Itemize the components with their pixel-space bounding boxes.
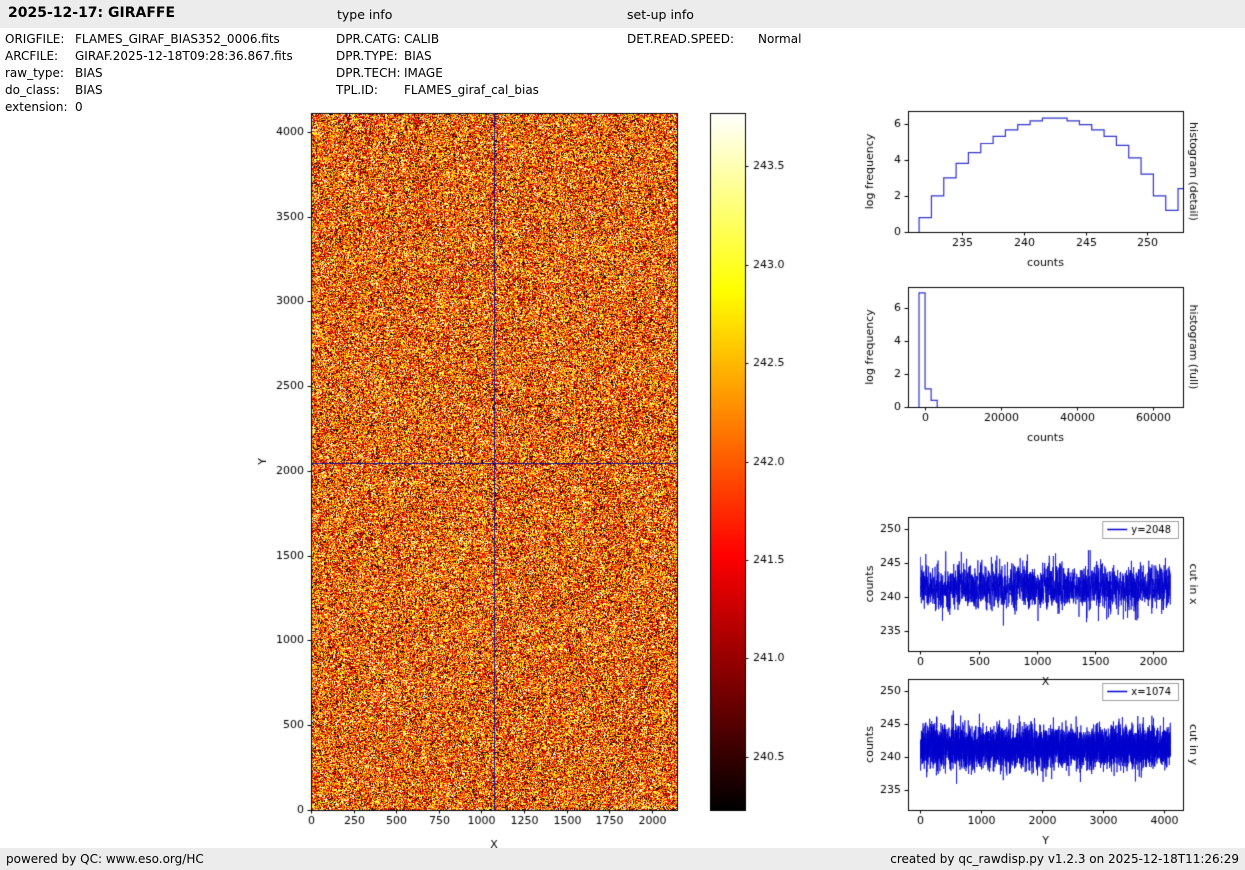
- cut-in-x-plot: [850, 505, 1245, 690]
- meta-dpr-tech: DPR.TECH:IMAGE: [336, 66, 443, 80]
- meta-extension: extension:0: [5, 100, 83, 114]
- footer-bar: powered by QC: www.eso.org/HC created by…: [0, 848, 1245, 870]
- meta-value: BIAS: [404, 49, 432, 63]
- meta-label: ARCFILE:: [5, 49, 75, 63]
- meta-dpr-catg: DPR.CATG:CALIB: [336, 32, 439, 46]
- meta-do-class: do_class:BIAS: [5, 83, 103, 97]
- page-title: 2025-12-17: GIRAFFE: [8, 5, 175, 21]
- footer-created-by: created by qc_rawdisp.py v1.2.3 on 2025-…: [890, 852, 1239, 866]
- meta-tpl-id: TPL.ID:FLAMES_giraf_cal_bias: [336, 83, 539, 97]
- cut-in-y-plot: [850, 664, 1245, 850]
- meta-value: GIRAF.2025-12-18T09:28:36.867.fits: [75, 49, 293, 63]
- histogram-detail-plot: [850, 100, 1245, 280]
- meta-label: DPR.TYPE:: [336, 49, 404, 63]
- meta-label: DPR.CATG:: [336, 32, 404, 46]
- meta-label: extension:: [5, 100, 75, 114]
- meta-arcfile: ARCFILE:GIRAF.2025-12-18T09:28:36.867.fi…: [5, 49, 293, 63]
- meta-origfile: ORIGFILE:FLAMES_GIRAF_BIAS352_0006.fits: [5, 32, 280, 46]
- raw-image-plot: [240, 100, 710, 860]
- meta-det-read-speed: DET.READ.SPEED:Normal: [627, 32, 801, 46]
- meta-label: TPL.ID:: [336, 83, 404, 97]
- meta-value: FLAMES_giraf_cal_bias: [404, 83, 539, 97]
- meta-raw-type: raw_type:BIAS: [5, 66, 103, 80]
- meta-label: raw_type:: [5, 66, 75, 80]
- footer-powered-by: powered by QC: www.eso.org/HC: [6, 852, 204, 866]
- meta-label: DPR.TECH:: [336, 66, 404, 80]
- type-info-heading: type info: [337, 7, 392, 22]
- meta-label: do_class:: [5, 83, 75, 97]
- meta-value: 0: [75, 100, 83, 114]
- histogram-full-plot: [850, 280, 1245, 455]
- meta-value: BIAS: [75, 66, 103, 80]
- meta-value: FLAMES_GIRAF_BIAS352_0006.fits: [75, 32, 280, 46]
- meta-value: IMAGE: [404, 66, 443, 80]
- colorbar: [700, 100, 810, 860]
- setup-info-heading: set-up info: [627, 7, 694, 22]
- meta-label: ORIGFILE:: [5, 32, 75, 46]
- meta-value: Normal: [758, 32, 801, 46]
- meta-dpr-type: DPR.TYPE:BIAS: [336, 49, 432, 63]
- qc-report-page: { "header": { "title": "2025-12-17: GIRA…: [0, 0, 1245, 870]
- meta-value: CALIB: [404, 32, 439, 46]
- meta-label: DET.READ.SPEED:: [627, 32, 758, 46]
- header-bar: 2025-12-17: GIRAFFE type info set-up inf…: [0, 0, 1245, 28]
- meta-value: BIAS: [75, 83, 103, 97]
